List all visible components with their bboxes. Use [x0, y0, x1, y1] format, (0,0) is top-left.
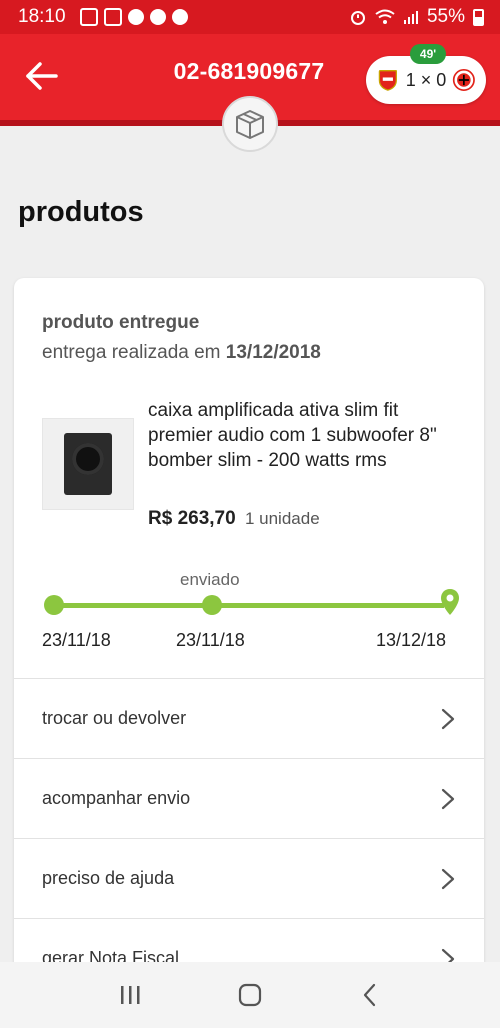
product-name[interactable]: caixa amplificada ativa slim fit premier… — [148, 398, 448, 473]
battery-percent: 55% — [426, 6, 465, 27]
home-icon — [238, 983, 262, 1007]
home-button[interactable] — [235, 980, 265, 1010]
product-quantity: 1 unidade — [244, 509, 320, 528]
tracker-date-shipped: 23/11/18 — [176, 630, 245, 650]
signal-icon — [403, 11, 418, 24]
chevron-right-icon — [441, 788, 455, 809]
package-box-icon — [236, 110, 264, 139]
home-team-crest-icon — [378, 70, 397, 91]
notification-app-icon — [79, 8, 98, 26]
status-bar: 18:10 55% — [0, 0, 500, 34]
tracker-date-ordered: 23/11/18 — [42, 630, 111, 650]
product-card: produto entregue entrega realizada em 13… — [14, 278, 484, 1028]
notification-icons — [79, 8, 188, 26]
section-title: produtos — [18, 196, 144, 228]
action-track-shipment[interactable]: acompanhar envio — [14, 758, 484, 838]
soccer-ball-icon — [127, 9, 144, 25]
price-row: R$ 263,70 1 unidade — [148, 508, 320, 530]
action-need-help[interactable]: preciso de ajuda — [14, 838, 484, 918]
notification-image-icon — [103, 8, 122, 26]
soccer-ball-icon — [171, 9, 188, 25]
chevron-right-icon — [441, 868, 455, 889]
product-price: R$ 263,70 — [148, 508, 236, 529]
product-thumbnail[interactable] — [42, 418, 134, 510]
status-time: 18:10 — [18, 6, 66, 27]
score-text: 1 × 0 — [405, 69, 447, 90]
tracker-progress-line — [54, 603, 444, 608]
tracker-date-delivered: 13/12/18 — [376, 630, 447, 650]
speaker-image — [64, 433, 112, 495]
tracker-dot-ordered — [44, 595, 64, 615]
chevron-right-icon — [441, 708, 455, 729]
system-icons: 55% — [349, 6, 484, 28]
delivery-status-title: produto entregue — [42, 312, 200, 333]
order-number-text: 02-681909677 — [173, 58, 325, 84]
chevron-left-icon — [363, 983, 376, 1007]
delivery-status-prefix: entrega realizada em — [42, 342, 226, 363]
alarm-icon — [350, 11, 365, 25]
action-label: acompanhar envio — [42, 788, 191, 808]
tracker-dot-shipped — [202, 595, 222, 615]
action-label: preciso de ajuda — [42, 868, 175, 888]
location-pin-icon — [441, 589, 459, 615]
package-badge — [222, 96, 278, 152]
wifi-icon — [375, 9, 395, 24]
soccer-ball-icon — [149, 9, 166, 25]
tracker-step-label: enviado — [180, 570, 240, 589]
system-navigation-bar — [0, 962, 500, 1028]
back-nav-button[interactable] — [355, 980, 385, 1010]
action-label: trocar ou devolver — [42, 708, 187, 728]
match-minute-badge: 49' — [410, 44, 446, 64]
recent-apps-icon — [121, 986, 140, 1004]
delivery-status-subtitle: entrega realizada em 13/12/2018 — [42, 342, 321, 364]
recent-apps-button[interactable] — [115, 980, 145, 1010]
battery-icon — [473, 8, 484, 26]
shipping-tracker: enviado 23/11/18 23/11/18 13/12/18 — [14, 568, 484, 658]
action-exchange-return[interactable]: trocar ou devolver — [14, 678, 484, 758]
away-team-crest-icon — [453, 68, 476, 92]
delivery-date: 13/12/2018 — [225, 342, 321, 363]
